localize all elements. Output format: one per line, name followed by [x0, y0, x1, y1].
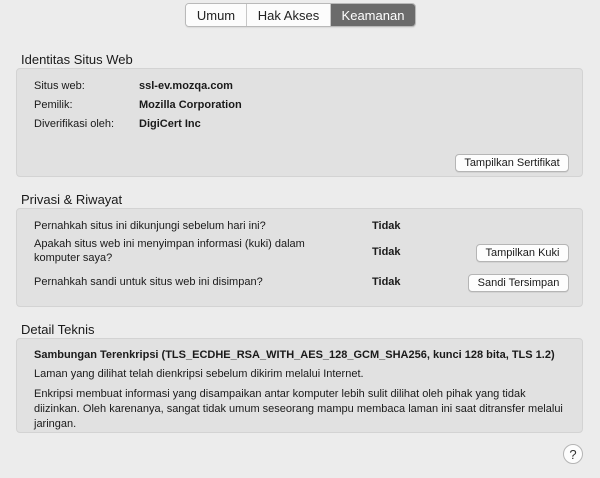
help-icon: ? — [569, 446, 577, 462]
tab-permissions[interactable]: Hak Akses — [247, 4, 331, 26]
visited-answer: Tidak — [372, 220, 401, 232]
view-certificate-button[interactable]: Tampilkan Sertifikat — [455, 154, 569, 172]
connection-details: Sambungan Terenkripsi (TLS_ECDHE_RSA_WIT… — [34, 349, 555, 361]
owner-label: Pemilik: — [34, 99, 73, 111]
cookies-answer: Tidak — [372, 246, 401, 258]
identity-group: Situs web: ssl-ev.mozqa.com Pemilik: Moz… — [16, 68, 583, 177]
encryption-summary: Laman yang dilihat telah dienkripsi sebe… — [34, 368, 364, 380]
passwords-question: Pernahkah sandi untuk situs web ini disi… — [34, 276, 263, 288]
verified-by-label: Diverifikasi oleh: — [34, 118, 115, 130]
verified-by-value: DigiCert Inc — [139, 118, 201, 130]
visited-question: Pernahkah situs ini dikunjungi sebelum h… — [34, 220, 266, 232]
technical-group: Sambungan Terenkripsi (TLS_ECDHE_RSA_WIT… — [16, 338, 583, 433]
privacy-group: Pernahkah situs ini dikunjungi sebelum h… — [16, 208, 583, 307]
tab-security[interactable]: Keamanan — [331, 4, 415, 26]
tab-bar: Umum Hak Akses Keamanan — [185, 3, 416, 27]
help-button[interactable]: ? — [563, 444, 583, 464]
privacy-section-title: Privasi & Riwayat — [21, 192, 123, 207]
site-label: Situs web: — [34, 80, 85, 92]
cookies-question-line1: Apakah situs web ini menyimpan informasi… — [34, 238, 305, 250]
view-cookies-button[interactable]: Tampilkan Kuki — [476, 244, 569, 262]
identity-section-title: Identitas Situs Web — [21, 52, 133, 67]
site-value: ssl-ev.mozqa.com — [139, 80, 233, 92]
owner-value: Mozilla Corporation — [139, 99, 242, 111]
saved-passwords-button[interactable]: Sandi Tersimpan — [468, 274, 569, 292]
technical-section-title: Detail Teknis — [21, 322, 95, 337]
tab-general[interactable]: Umum — [186, 4, 247, 26]
passwords-answer: Tidak — [372, 276, 401, 288]
encryption-explanation: Enkripsi membuat informasi yang disampai… — [34, 388, 563, 430]
cookies-question-line2: komputer saya? — [34, 252, 113, 264]
